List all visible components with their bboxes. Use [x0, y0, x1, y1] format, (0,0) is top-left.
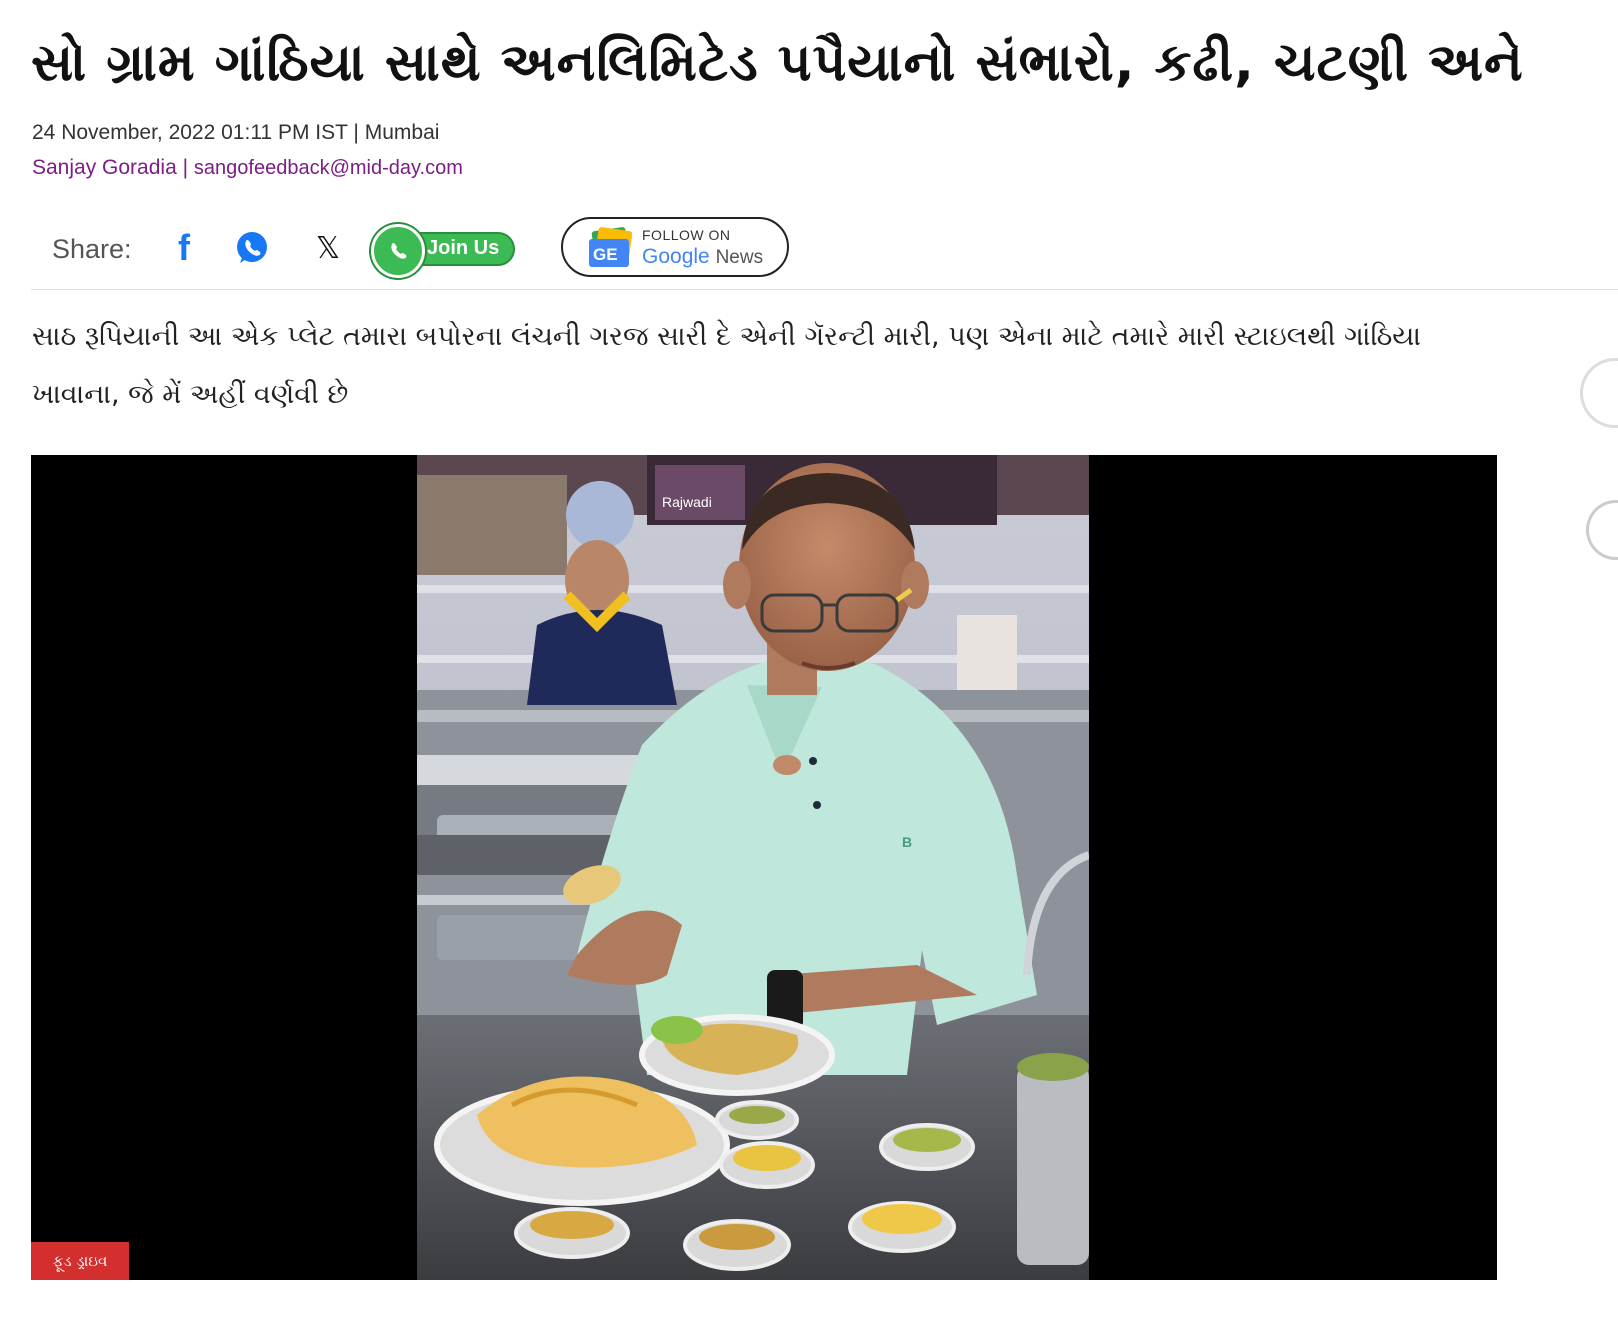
- carousel-next-handle-bottom[interactable]: [1586, 500, 1618, 560]
- x-icon: 𝕏: [315, 230, 341, 266]
- facebook-icon: f: [178, 227, 190, 268]
- gnews-brand: Google News: [642, 245, 763, 269]
- gnews-follow-label: FOLLOW ON: [642, 227, 731, 243]
- article-date: 24 November, 2022 01:11 PM IST: [32, 121, 348, 144]
- author-link[interactable]: Sanjay Goradia: [32, 156, 177, 179]
- x-share-button[interactable]: 𝕏: [306, 226, 350, 270]
- author-email-link[interactable]: sangofeedback@mid-day.com: [194, 157, 463, 179]
- facebook-share-button[interactable]: f: [162, 226, 206, 270]
- author-separator: |: [182, 156, 189, 179]
- google-news-icon: GE: [589, 227, 633, 267]
- article-location: Mumbai: [364, 121, 440, 144]
- gnews-google-text: Google: [642, 245, 710, 268]
- whatsapp-join-button[interactable]: Join Us: [371, 224, 515, 278]
- article-dateline: 24 November, 2022 01:11 PM IST | Mumbai: [32, 121, 439, 145]
- whatsapp-share-button[interactable]: [230, 226, 274, 270]
- whatsapp-icon: [237, 232, 267, 263]
- author-line: Sanjay Goradia | sangofeedback@mid-day.c…: [32, 156, 463, 180]
- gnews-logo-text: GE: [593, 245, 618, 264]
- share-divider: [31, 289, 1618, 290]
- whatsapp-join-icon: [371, 224, 425, 278]
- gnews-news-text: News: [715, 247, 764, 268]
- carousel-next-handle-top[interactable]: [1580, 358, 1618, 428]
- share-bar: Share: f 𝕏 Join Us GE FOLLOW ON Google N…: [32, 212, 1618, 288]
- sign-text: Rajwadi: [662, 494, 712, 510]
- article-title: સો ગ્રામ ગાંઠિયા સાથે અનલિમિટેડ પપૈયાનો …: [31, 33, 1524, 93]
- join-label: Join Us: [427, 237, 500, 259]
- category-badge[interactable]: ફૂડ ડ્રાઇવ: [31, 1242, 129, 1280]
- dateline-separator: |: [353, 121, 359, 144]
- share-label: Share:: [52, 234, 132, 264]
- hero-photo: Rajwadi B: [417, 455, 1089, 1280]
- article-summary: સાઠ રૂપિયાની આ એક પ્લેટ તમારા બપોરના લંચ…: [32, 321, 1422, 410]
- article-hero-image: Rajwadi B ફૂડ ડ્રાઇવ: [31, 455, 1497, 1280]
- shirt-logo: B: [902, 834, 912, 850]
- google-news-follow-button[interactable]: GE FOLLOW ON Google News: [561, 217, 789, 277]
